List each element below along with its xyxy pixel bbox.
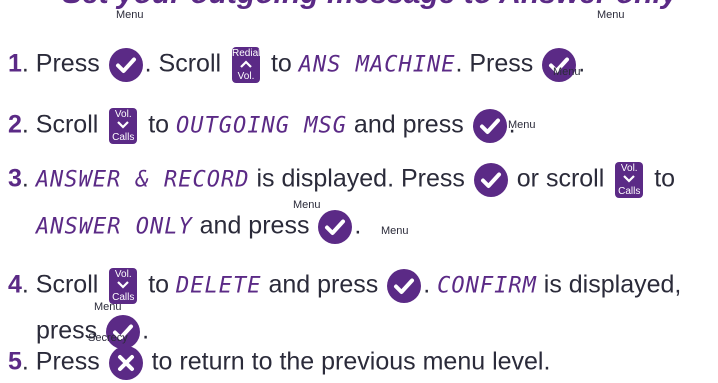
menu-key (108, 48, 143, 82)
calls-label: Calls (112, 132, 135, 143)
check-icon (479, 118, 500, 134)
step-number: 3 (8, 164, 22, 193)
display-text: DELETE (176, 273, 262, 299)
menu-label: Menu (381, 225, 409, 237)
step-text: to (647, 164, 676, 193)
menu-label: Menu (508, 119, 536, 131)
secrecy-key (108, 346, 143, 380)
step-text: and press (261, 270, 379, 299)
step-text: . Press (21, 347, 100, 376)
step-text: is displayed, (536, 270, 682, 299)
vol-calls-key: Vol. Calls (109, 268, 138, 304)
menu-key (472, 109, 507, 143)
step-5: 5. Press to return to the previous menu … (8, 346, 550, 380)
page-heading: Set your outgoing message to Answer only (62, 0, 678, 9)
calls-label: Calls (618, 186, 641, 197)
vol-calls-key: Vol. Calls (109, 108, 138, 144)
vol-label: Vol. (114, 269, 132, 280)
menu-label: Menu (597, 9, 625, 21)
step-2: 2. Scroll Vol. Calls to OUTGOING MSG and… (8, 108, 516, 144)
vol-label: Vol. (114, 109, 132, 120)
step-3-cont: ANSWER ONLY and press . (36, 210, 361, 244)
check-icon (394, 278, 415, 294)
display-text: ANSWER ONLY (36, 214, 193, 240)
chevron-down-icon (117, 281, 130, 289)
step-text: . (21, 164, 36, 193)
cross-icon (117, 355, 134, 371)
check-icon (325, 219, 346, 235)
menu-key (387, 269, 422, 303)
check-icon (480, 172, 501, 188)
display-text: ANSWER & RECORD (35, 167, 250, 193)
secrecy-label: Secrecy (88, 332, 128, 344)
step-text: or scroll (509, 164, 605, 193)
step-text: . (142, 316, 150, 345)
chevron-down-icon (117, 121, 130, 129)
check-icon (115, 57, 136, 73)
step-text: . (354, 211, 362, 240)
step-1: 1. Press . Scroll Redial Vol. to ANS MAC… (8, 47, 586, 83)
redial-sub-label: Vol. (237, 71, 255, 82)
step-text: . Scroll (21, 110, 99, 139)
redial-key: Redial Vol. (232, 47, 260, 83)
menu-key (473, 163, 508, 197)
display-text: ANS MACHINE (298, 52, 456, 78)
step-text: is displayed. Press (249, 164, 465, 193)
step-4: 4. Scroll Vol. Calls to DELETE and press… (8, 268, 681, 304)
step-text: and press (192, 211, 310, 240)
display-text: OUTGOING MSG (176, 113, 347, 139)
step-text: . Scroll (21, 270, 99, 299)
menu-label: Menu (553, 66, 581, 78)
chevron-down-icon (623, 175, 636, 183)
menu-label: Menu (293, 199, 321, 211)
step-number: 5 (8, 347, 22, 376)
step-text: to (141, 110, 170, 139)
step-text: to return to the previous menu level. (144, 347, 551, 376)
step-text: . Press (455, 49, 534, 78)
redial-label: Redial (232, 48, 261, 59)
step-number: 4 (8, 270, 22, 299)
step-text: . Scroll (144, 49, 222, 78)
menu-label: Menu (94, 301, 122, 313)
display-text: CONFIRM (437, 273, 537, 299)
step-text: to (141, 270, 170, 299)
step-number: 1 (8, 49, 22, 78)
vol-label: Vol. (620, 163, 638, 174)
step-3: 3. ANSWER & RECORD is displayed. Press o… (8, 162, 675, 198)
chevron-up-icon (240, 60, 252, 68)
step-number: 2 (8, 110, 22, 139)
step-text: . Press (21, 49, 100, 78)
vol-calls-key: Vol. Calls (615, 162, 644, 198)
menu-label: Menu (116, 9, 144, 21)
step-text: and press (346, 110, 464, 139)
step-text: . (423, 270, 431, 299)
menu-key (318, 210, 353, 244)
